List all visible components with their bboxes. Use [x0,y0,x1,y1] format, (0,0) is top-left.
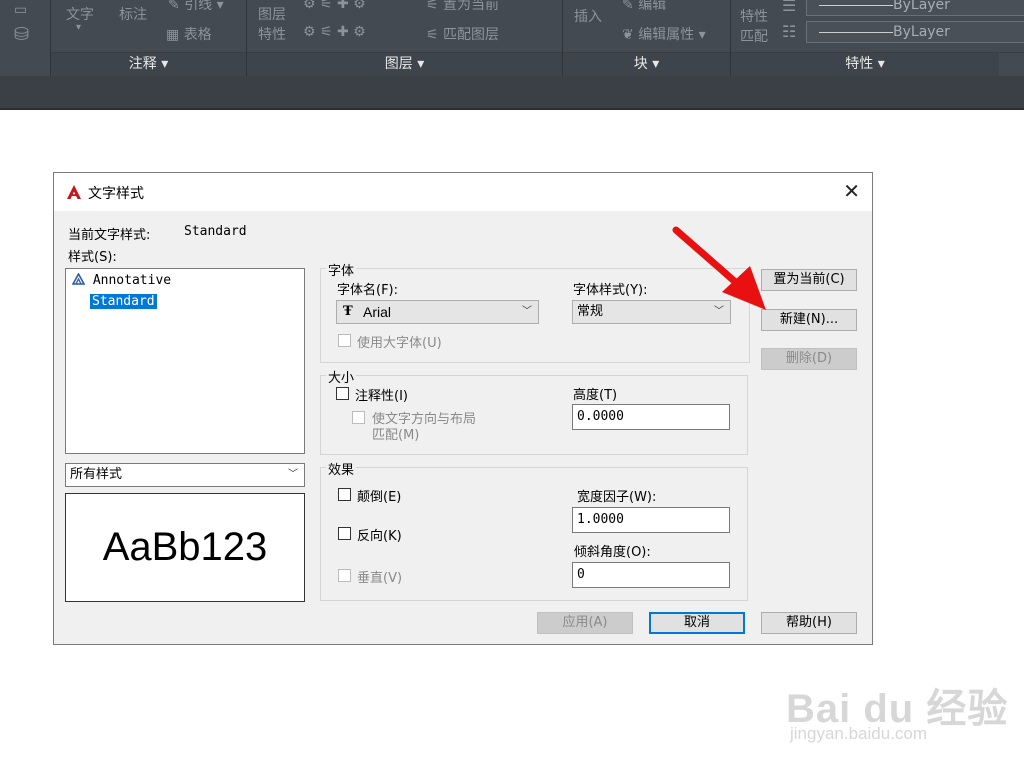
style-name-standard: Standard [90,294,157,309]
layer-tool-icon[interactable]: ⚙ ⚟ ✚ ⚙ [303,24,366,40]
ribbon-group-annotation[interactable]: 注释 ▾ [51,52,246,77]
baidu-watermark-url: jingyan.baidu.com [790,724,928,743]
lineweight-icon[interactable]: ☰ [782,0,796,15]
annotative-checkbox[interactable] [336,387,349,400]
width-factor-label: 宽度因子(W): [577,490,657,505]
style-filter-value: 所有样式 [70,467,123,482]
style-name-annotative: Annotative [92,273,172,288]
file-tab-bar [0,76,1024,110]
ribbon-text-button[interactable]: 文字 [66,4,94,24]
font-name-label: 字体名(F): [337,283,399,298]
use-bigfont-checkbox[interactable] [338,334,351,347]
chevron-down-icon[interactable]: ▾ [76,22,81,33]
font-group-label: 字体 [326,260,357,279]
styles-label: 样式(S): [68,250,117,265]
ribbon-edit-attribute-button[interactable]: ❦ 编辑属性 ▾ [622,24,706,44]
apply-button[interactable]: 应用(A) [537,612,633,634]
ribbon-set-current-layer[interactable]: ⚟ 置为当前 [426,0,499,14]
ribbon-set-current-label: 置为当前 [443,0,500,13]
font-style-label: 字体样式(Y): [573,283,648,298]
lineweight-value: ByLayer [893,0,950,13]
dialog-titlebar: 文字样式 ✕ [54,173,872,211]
ribbon-edit-button[interactable]: ✎ 编辑 [622,0,666,14]
match-layer-icon: ⚟ [426,27,439,43]
current-style-value: Standard [184,224,247,239]
effects-group-label: 效果 [326,459,357,478]
linetype-value: ByLayer [893,24,950,40]
edit-icon: ✎ [622,0,634,13]
new-style-button[interactable]: 新建(N)... [761,309,857,331]
ribbon-layer-properties-label-2[interactable]: 特性 [258,24,286,44]
use-bigfont-label: 使用大字体(U) [357,336,442,351]
ribbon: ▭ ⛁ 文字 ▾ 标注 ✎ 引线 ▾ ▦ 表格 图层 特性 ⚙ ⚟ ✚ ⚙ ⚙ … [0,0,1024,77]
font-name-value: Arial [363,304,392,320]
font-name-select[interactable]: Ŧ Arial ﹀ [336,300,539,324]
size-group-label: 大小 [326,367,357,386]
ribbon-group-overflow[interactable] [1000,52,1024,77]
upside-down-label: 颠倒(E) [357,490,402,505]
vertical-label: 垂直(V) [357,571,403,586]
delete-style-button[interactable]: 删除(D) [761,348,857,370]
edit-attribute-icon: ❦ [622,27,634,43]
help-button[interactable]: 帮助(H) [761,612,857,634]
ribbon-table-label: 表格 [183,27,212,43]
line-sample [819,32,893,33]
text-preview: AaBb123 [65,493,305,602]
current-style-label: 当前文字样式: [68,228,151,243]
oblique-angle-label: 倾斜角度(O): [574,545,651,560]
chevron-down-icon: ﹀ [288,469,298,480]
layer-current-icon: ⚟ [426,0,439,13]
set-current-button[interactable]: 置为当前(C) [761,269,857,291]
ribbon-leader-label: 引线 [184,0,213,13]
chevron-down-icon: ﹀ [522,306,532,317]
ribbon-table-button[interactable]: ▦ 表格 [166,24,212,44]
ribbon-icon-stack[interactable]: ⛁ [14,24,29,45]
truetype-font-icon: Ŧ [343,304,353,319]
upside-down-checkbox[interactable] [338,488,351,501]
backwards-checkbox[interactable] [338,527,351,540]
ribbon-match-layer-label: 匹配图层 [443,27,500,43]
lineweight-select[interactable]: ByLayer [806,0,1024,16]
annotative-icon [71,272,86,285]
ribbon-match-properties-label-2[interactable]: 匹配 [740,26,768,46]
list-item-selected[interactable]: Standard [90,294,157,309]
dialog-title: 文字样式 [88,186,144,202]
cancel-button[interactable]: 取消 [649,612,745,634]
ribbon-group-properties[interactable]: 特性 ▾ [731,52,999,77]
ribbon-icon-top-left[interactable]: ▭ [14,2,27,18]
ribbon-group-layers[interactable]: 图层 ▾ [247,52,562,77]
ribbon-edit-label: 编辑 [638,0,667,13]
ribbon-dimension-button[interactable]: 标注 [119,4,147,24]
ribbon-leader-button[interactable]: ✎ 引线 ▾ [168,0,224,14]
ribbon-insert-button[interactable]: 插入 [574,6,602,26]
match-layout-label-2: 匹配(M) [372,428,420,443]
line-sample [819,5,893,6]
close-icon[interactable]: ✕ [843,179,860,203]
font-style-value: 常规 [577,304,604,319]
ribbon-match-layer[interactable]: ⚟ 匹配图层 [426,24,499,44]
leader-icon: ✎ [168,0,180,13]
red-arrow-annotation [672,226,766,310]
autocad-logo-icon [67,185,81,199]
height-label: 高度(T) [573,388,618,403]
ribbon-group-block[interactable]: 块 ▾ [563,52,730,77]
vertical-checkbox[interactable] [338,569,351,582]
height-input[interactable]: 0.0000 [572,404,730,430]
linetype-icon[interactable]: ☷ [782,22,796,41]
backwards-label: 反向(K) [357,529,402,544]
oblique-angle-input[interactable]: 0 [572,562,730,588]
annotative-label: 注释性(I) [355,389,408,404]
linetype-select[interactable]: ByLayer [806,21,1024,43]
width-factor-input[interactable]: 1.0000 [572,507,730,533]
list-item[interactable]: Annotative [71,272,172,288]
layer-tool-icon[interactable]: ⚙ ⚟ ✚ ⚙ [303,0,366,12]
table-icon: ▦ [166,27,180,43]
style-filter-select[interactable]: 所有样式 ﹀ [65,463,305,487]
ribbon-layer-properties-label-1[interactable]: 图层 [258,4,286,24]
match-layout-checkbox[interactable] [352,411,365,424]
ribbon-match-properties-label-1[interactable]: 特性 [740,6,768,26]
styles-list[interactable]: Annotative Standard [65,268,305,454]
ribbon-edit-attribute-label: 编辑属性 [638,27,695,43]
